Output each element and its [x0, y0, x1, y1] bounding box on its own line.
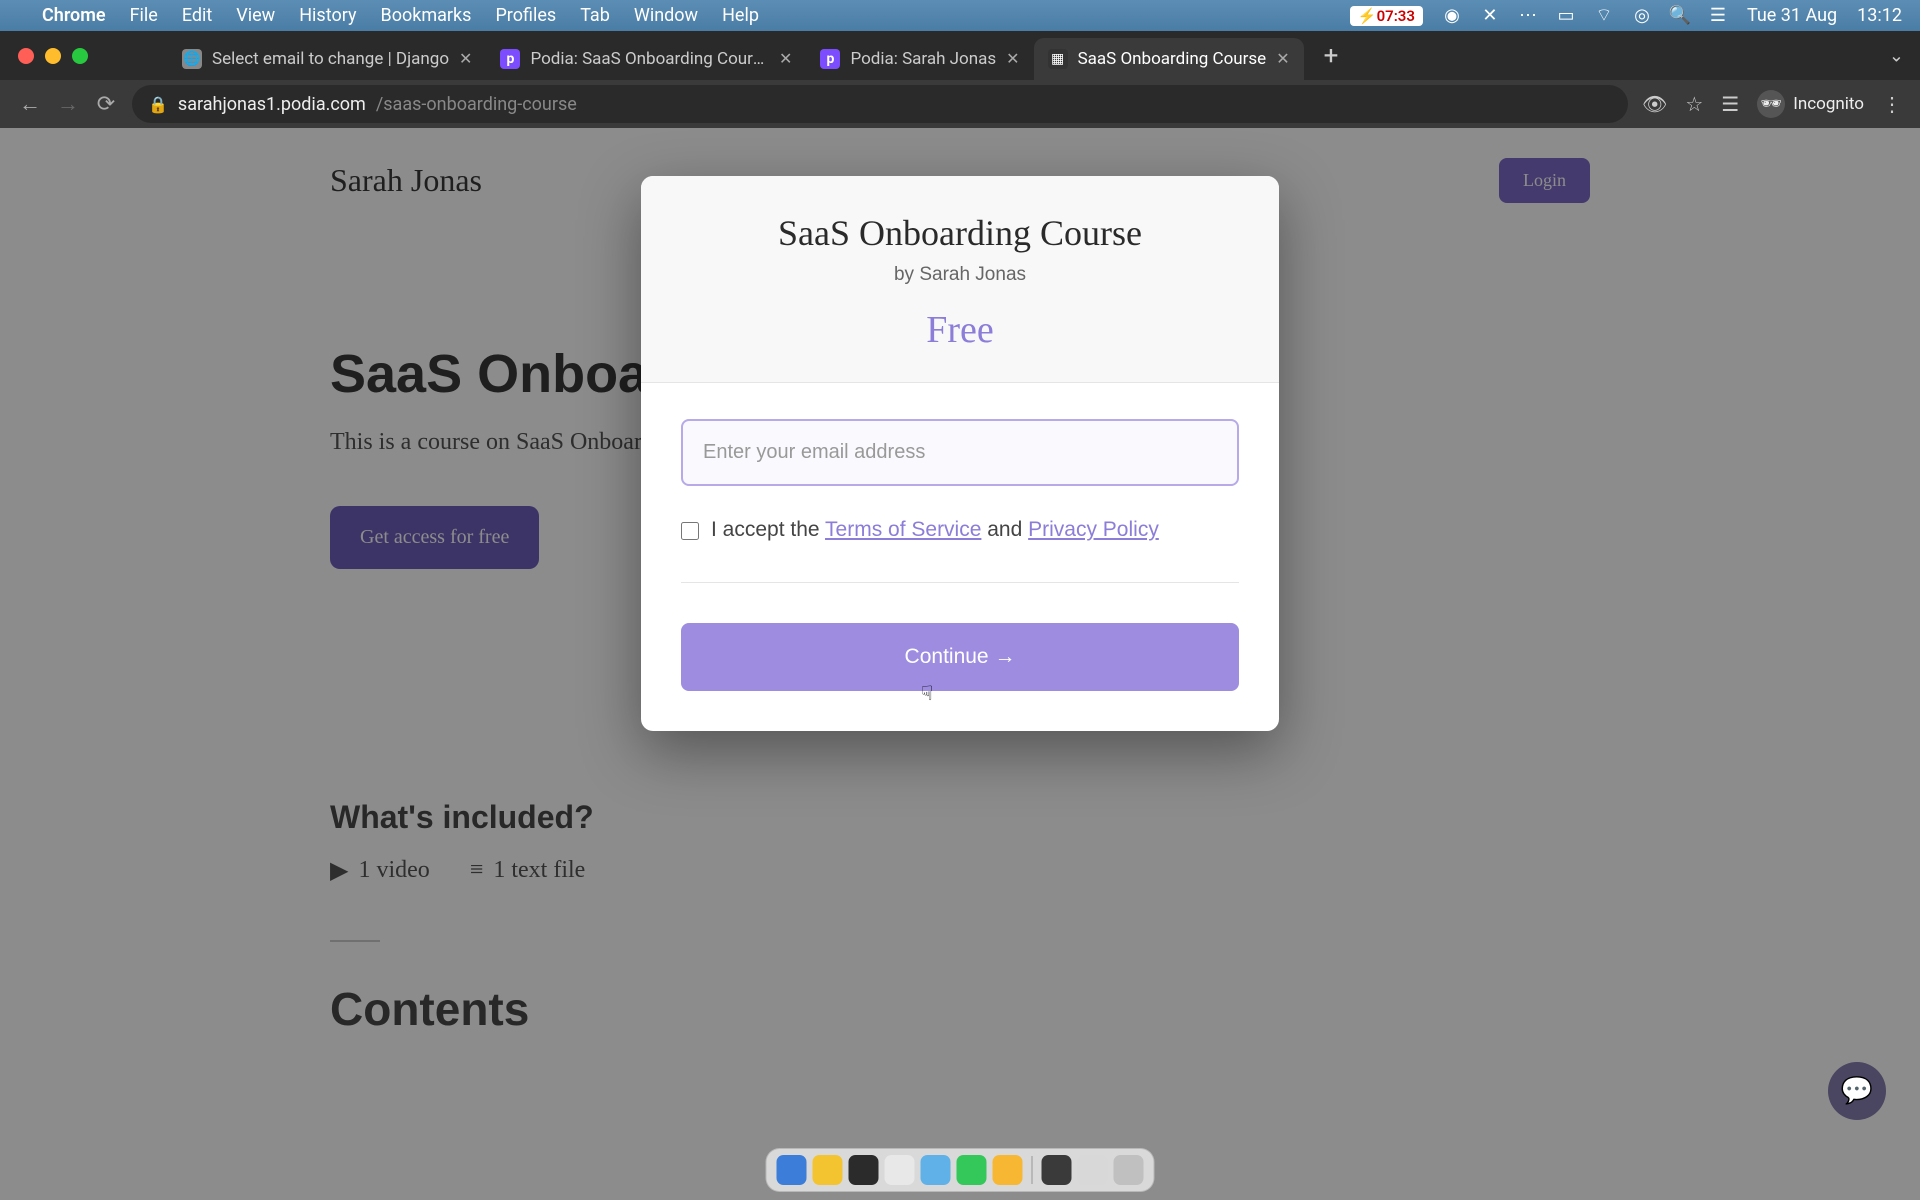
email-input[interactable] [681, 419, 1239, 486]
modal-body: I accept the Terms of Service and Privac… [641, 383, 1279, 731]
tab-podia-course[interactable]: p Podia: SaaS Onboarding Course ✕ [486, 38, 806, 80]
incognito-label: Incognito [1793, 94, 1864, 114]
tab-title: Select email to change | Django [212, 49, 449, 69]
dock-app-2-icon[interactable] [993, 1155, 1023, 1185]
accept-mid: and [981, 518, 1028, 541]
dock-quicktime-icon[interactable] [921, 1155, 951, 1185]
favicon-icon: p [500, 49, 520, 69]
tab-close-icon[interactable]: ✕ [779, 49, 792, 68]
chrome-menu-icon[interactable]: ⋮ [1882, 92, 1902, 116]
lock-icon[interactable]: 🔒 [148, 95, 168, 114]
incognito-badge[interactable]: 🕶 Incognito [1757, 90, 1864, 118]
menu-file[interactable]: File [130, 5, 158, 26]
accept-terms-checkbox[interactable] [681, 522, 699, 540]
menu-history[interactable]: History [299, 5, 356, 26]
forward-button[interactable]: → [56, 91, 80, 117]
tab-title: Podia: SaaS Onboarding Course [530, 49, 769, 69]
menu-view[interactable]: View [236, 5, 275, 26]
accept-terms-label: I accept the Terms of Service and Privac… [711, 518, 1159, 542]
app-name[interactable]: Chrome [42, 5, 106, 26]
favicon-icon: 🌐 [182, 49, 202, 69]
status-icon-2[interactable]: ✕ [1481, 7, 1499, 25]
new-tab-button[interactable]: + [1312, 35, 1351, 77]
dock-separator [1032, 1156, 1033, 1184]
tab-close-icon[interactable]: ✕ [459, 49, 472, 68]
dock-app-1-icon[interactable] [957, 1155, 987, 1185]
macos-dock [766, 1148, 1155, 1192]
dock-finder-icon[interactable] [777, 1155, 807, 1185]
tab-close-icon[interactable]: ✕ [1276, 49, 1289, 68]
eye-off-icon[interactable]: 👁 [1642, 92, 1667, 116]
dock-terminal-icon[interactable] [849, 1155, 879, 1185]
tab-podia-sarah[interactable]: p Podia: Sarah Jonas ✕ [806, 38, 1033, 80]
modal-divider [681, 582, 1239, 583]
macos-menubar: Chrome File Edit View History Bookmarks … [0, 0, 1920, 31]
battery-icon[interactable]: ▭ [1557, 7, 1575, 25]
bookmark-icon[interactable]: ☆ [1685, 92, 1703, 116]
maximize-window-button[interactable] [72, 48, 88, 64]
tab-title: SaaS Onboarding Course [1078, 49, 1267, 69]
signup-modal: SaaS Onboarding Course by Sarah Jonas Fr… [641, 176, 1279, 731]
terms-of-service-link[interactable]: Terms of Service [825, 518, 981, 541]
reading-list-icon[interactable]: ☰ [1721, 92, 1739, 116]
close-window-button[interactable] [18, 48, 34, 64]
tab-title: Podia: Sarah Jonas [850, 49, 996, 69]
tab-saas-onboarding[interactable]: ▦ SaaS Onboarding Course ✕ [1034, 38, 1304, 80]
window-controls [18, 48, 88, 64]
menu-window[interactable]: Window [634, 5, 698, 26]
address-input[interactable]: 🔒 sarahjonas1.podia.com/saas-onboarding-… [132, 85, 1628, 123]
status-icon-1[interactable]: ◉ [1443, 7, 1461, 25]
modal-header: SaaS Onboarding Course by Sarah Jonas Fr… [641, 176, 1279, 383]
notification-center-icon[interactable]: ☰ [1709, 7, 1727, 25]
url-domain: sarahjonas1.podia.com [178, 94, 366, 115]
browser-addressbar: ← → ⟳ 🔒 sarahjonas1.podia.com/saas-onboa… [0, 80, 1920, 128]
url-path: /saas-onboarding-course [376, 94, 577, 115]
spotlight-icon[interactable]: 🔍 [1671, 7, 1689, 25]
control-center-icon[interactable]: ◎ [1633, 7, 1651, 25]
modal-author: by Sarah Jonas [641, 264, 1279, 286]
chat-widget-button[interactable]: 💬 [1828, 1062, 1886, 1120]
dock-notes-icon[interactable] [885, 1155, 915, 1185]
battery-status[interactable]: ⚡07:33 [1350, 6, 1423, 26]
favicon-icon: ▦ [1048, 49, 1068, 69]
modal-title: SaaS Onboarding Course [641, 212, 1279, 254]
dock-folder-2-icon[interactable] [1078, 1155, 1108, 1185]
back-button[interactable]: ← [18, 91, 42, 117]
status-icon-3[interactable]: ⋯ [1519, 7, 1537, 25]
tab-django-admin[interactable]: 🌐 Select email to change | Django ✕ [168, 38, 486, 80]
favicon-icon: p [820, 49, 840, 69]
privacy-policy-link[interactable]: Privacy Policy [1028, 518, 1159, 541]
menubar-date[interactable]: Tue 31 Aug [1747, 5, 1837, 26]
accept-prefix: I accept the [711, 518, 825, 541]
browser-tabbar: 🌐 Select email to change | Django ✕ p Po… [0, 31, 1920, 80]
menu-edit[interactable]: Edit [182, 5, 212, 26]
menu-bookmarks[interactable]: Bookmarks [380, 5, 471, 26]
minimize-window-button[interactable] [45, 48, 61, 64]
tab-search-icon[interactable]: ⌄ [1889, 45, 1904, 66]
menubar-clock[interactable]: 13:12 [1857, 5, 1902, 26]
menu-tab[interactable]: Tab [580, 5, 610, 26]
wifi-icon[interactable]: ⌔ [1595, 7, 1613, 25]
page-viewport: Sarah Jonas Login SaaS Onboarding Course… [0, 128, 1920, 1200]
dock-chrome-icon[interactable] [813, 1155, 843, 1185]
modal-price: Free [641, 308, 1279, 352]
menu-help[interactable]: Help [722, 5, 759, 26]
tab-close-icon[interactable]: ✕ [1006, 49, 1019, 68]
dock-folder-1-icon[interactable] [1042, 1155, 1072, 1185]
incognito-icon: 🕶 [1757, 90, 1785, 118]
dock-trash-icon[interactable] [1114, 1155, 1144, 1185]
reload-button[interactable]: ⟳ [94, 92, 118, 117]
menu-profiles[interactable]: Profiles [495, 5, 556, 26]
continue-button[interactable]: Continue → [681, 623, 1239, 691]
